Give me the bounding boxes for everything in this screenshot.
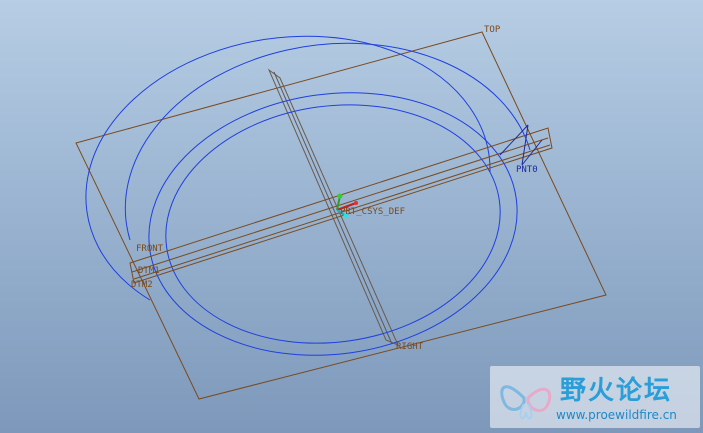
spiral-end-curve (124, 42, 531, 241)
top-plane-label: TOP (484, 25, 501, 35)
middle-curve (148, 92, 518, 356)
dtm2-plane-label: DTM2 (131, 280, 153, 290)
butterfly-logo (500, 385, 552, 420)
dtm1-plane-edge[interactable] (131, 137, 549, 273)
dtm1-plane-label: DTM1 (138, 266, 160, 276)
right-plane-label: RIGHT (396, 342, 424, 352)
coil-curves[interactable] (85, 35, 534, 378)
watermark-url: www.proewildfire.cn (556, 408, 677, 422)
outer-curve (85, 35, 491, 301)
inner-curve (165, 104, 501, 344)
csys-label: PRT_CSYS_DEF (340, 207, 405, 217)
pnt0-label: PNT0 (516, 165, 538, 175)
front-plane-label: FRONT (136, 244, 164, 254)
watermark-title: 野火论坛 (560, 376, 673, 406)
watermark-box: 野火论坛 www.proewildfire.cn (490, 366, 700, 428)
